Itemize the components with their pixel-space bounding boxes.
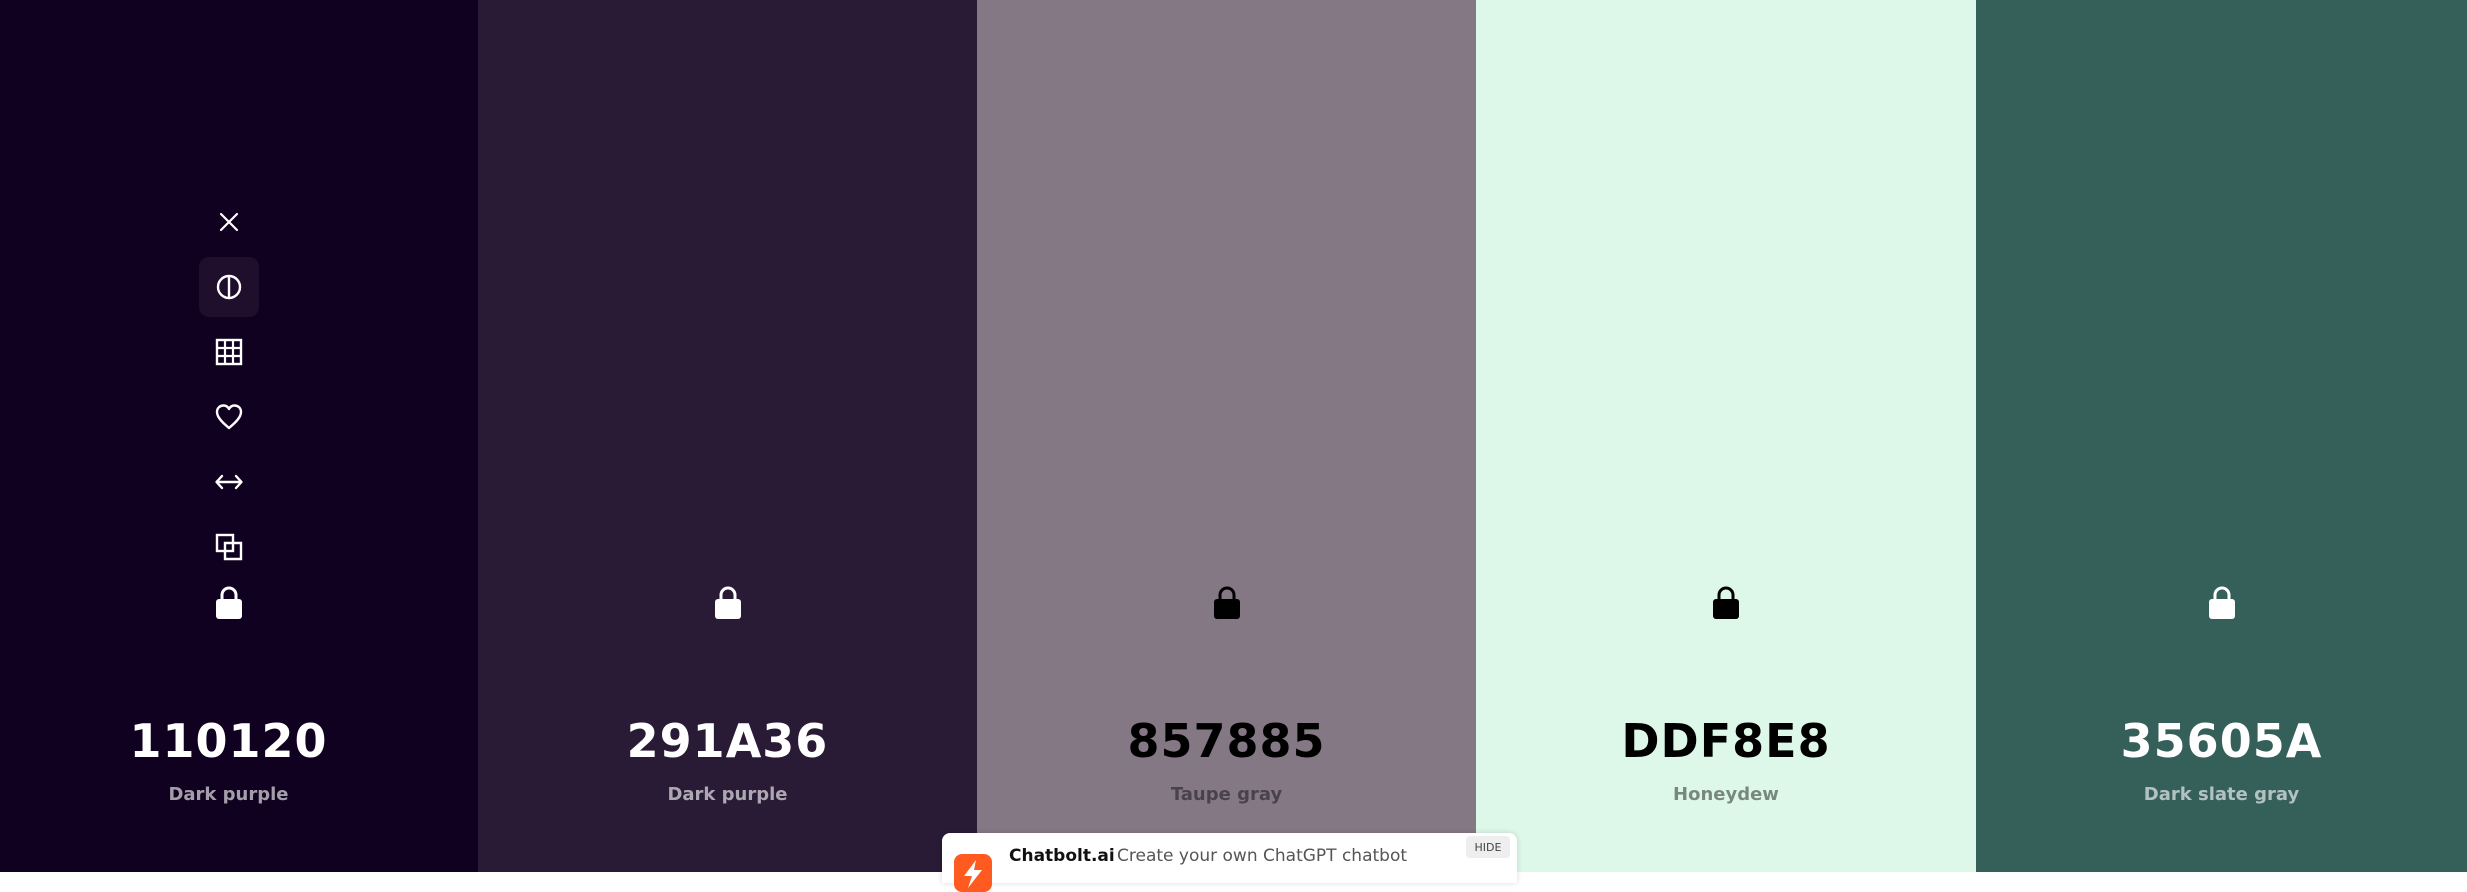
close-button[interactable]: [199, 192, 259, 252]
swatch-info: 110120 Dark purple: [0, 585, 457, 805]
close-icon: [219, 212, 239, 232]
ad-text[interactable]: Create your own ChatGPT chatbot: [1117, 846, 1407, 866]
swatch-toolbar: [199, 192, 259, 582]
ad-brand[interactable]: Chatbolt.ai: [1009, 846, 1115, 866]
lock-icon: [215, 586, 242, 619]
color-name: Dark purple: [667, 784, 788, 805]
lock-button[interactable]: [211, 585, 247, 621]
copy-icon: [215, 533, 243, 561]
contrast-icon: [216, 274, 242, 300]
ad-banner[interactable]: Chatbolt.ai Create your own ChatGPT chat…: [942, 833, 1517, 892]
lock-icon: [1213, 586, 1240, 619]
copy-button[interactable]: [199, 517, 259, 577]
hide-ad-button[interactable]: HIDE: [1466, 836, 1510, 858]
lock-icon: [2208, 586, 2235, 619]
swatch-info: 291A36 Dark purple: [478, 585, 977, 805]
chatbolt-logo: [954, 854, 992, 892]
lock-button[interactable]: [1209, 585, 1245, 621]
bolt-icon: [964, 860, 982, 888]
hex-code[interactable]: 110120: [129, 718, 327, 764]
color-name: Dark purple: [168, 784, 289, 805]
heart-icon: [215, 404, 243, 430]
favorite-button[interactable]: [199, 387, 259, 447]
color-swatch-2[interactable]: 291A36 Dark purple: [478, 0, 977, 872]
lock-icon: [714, 586, 741, 619]
lock-button[interactable]: [2204, 585, 2240, 621]
lock-icon: [1713, 586, 1739, 619]
color-palette: 110120 Dark purple 291A36 Dark purple 85…: [0, 0, 2467, 872]
shades-button[interactable]: [199, 322, 259, 382]
hex-code[interactable]: 857885: [1127, 718, 1325, 764]
color-swatch-4[interactable]: DDF8E8 Honeydew: [1476, 0, 1976, 872]
color-name: Honeydew: [1673, 784, 1779, 805]
color-swatch-3[interactable]: 857885 Taupe gray: [977, 0, 1476, 872]
color-swatch-5[interactable]: 35605A Dark slate gray: [1976, 0, 2467, 872]
contrast-button[interactable]: [199, 257, 259, 317]
color-name: Taupe gray: [1170, 784, 1283, 805]
swatch-info: 857885 Taupe gray: [977, 585, 1476, 805]
drag-arrows-icon: [215, 474, 243, 490]
swatch-info: 35605A Dark slate gray: [1976, 585, 2467, 805]
hex-code[interactable]: 35605A: [2121, 718, 2323, 764]
lock-button[interactable]: [710, 585, 746, 621]
color-name: Dark slate gray: [2143, 784, 2300, 805]
color-swatch-1[interactable]: 110120 Dark purple: [0, 0, 478, 872]
grid-icon: [215, 338, 243, 366]
lock-button[interactable]: [1708, 585, 1744, 621]
drag-button[interactable]: [199, 452, 259, 512]
hex-code[interactable]: 291A36: [627, 718, 829, 764]
hex-code[interactable]: DDF8E8: [1621, 718, 1830, 764]
swatch-info: DDF8E8 Honeydew: [1476, 585, 1976, 805]
